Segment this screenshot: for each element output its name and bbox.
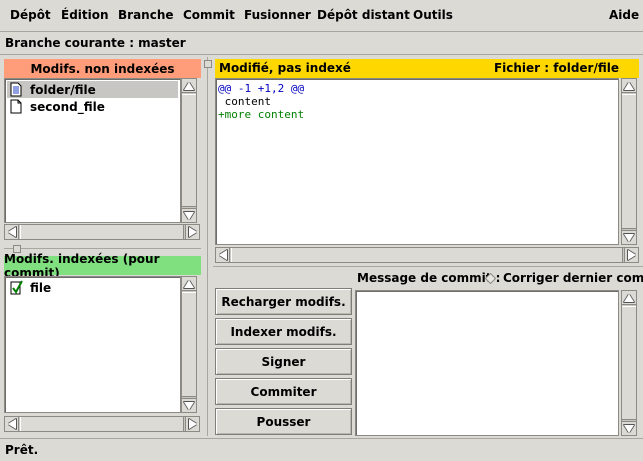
diff-file-label: Fichier : folder/file bbox=[493, 61, 619, 75]
menu-branche[interactable]: Branche bbox=[118, 8, 174, 22]
current-branch-bar: Branche courante : master bbox=[0, 33, 643, 55]
new-file-icon bbox=[10, 99, 24, 114]
commit-button[interactable]: Commiter bbox=[215, 378, 352, 405]
unstaged-vscroll[interactable] bbox=[181, 78, 197, 223]
menu-commit[interactable]: Commit bbox=[183, 8, 235, 22]
menu-aide[interactable]: Aide bbox=[609, 8, 639, 22]
commit-message-input[interactable] bbox=[355, 290, 619, 436]
commit-message-bar: Message de commit : Corriger dernier com… bbox=[355, 271, 643, 288]
menu-depot[interactable]: Dépôt bbox=[10, 8, 51, 22]
unstaged-header-label: Modifs. non indexées bbox=[30, 61, 175, 76]
staged-header: Modifs. indexées (pour commit) bbox=[4, 252, 201, 280]
current-branch-label: Branche courante : master bbox=[5, 36, 186, 50]
file-row-folder-file[interactable]: folder/file bbox=[7, 81, 178, 98]
diff-line: +more content bbox=[218, 108, 305, 121]
unstaged-header: Modifs. non indexées bbox=[4, 59, 201, 78]
unstaged-hscroll[interactable] bbox=[4, 224, 200, 240]
unstaged-file-list[interactable]: folder/file second_file bbox=[4, 78, 181, 223]
staged-file-list[interactable]: file bbox=[4, 276, 181, 413]
commit-message-label: Message de commit : bbox=[357, 271, 501, 285]
modified-file-icon bbox=[10, 82, 24, 97]
staged-vscroll[interactable] bbox=[181, 276, 197, 413]
diff-view[interactable]: @@ -1 +1,2 @@ content +more content bbox=[215, 78, 619, 245]
file-name: second_file bbox=[30, 99, 105, 114]
amend-radio[interactable] bbox=[484, 272, 497, 285]
status-bar: Prêt. bbox=[0, 438, 643, 461]
stage-button[interactable]: Indexer modifs. bbox=[215, 318, 352, 345]
diff-line: content bbox=[218, 95, 271, 108]
sign-button[interactable]: Signer bbox=[215, 348, 352, 375]
commit-vscroll[interactable] bbox=[621, 290, 637, 436]
file-name: file bbox=[30, 280, 52, 295]
menubar: Dépôt Édition Branche Commit Fusionner D… bbox=[0, 0, 643, 32]
diff-header: Modifié, pas indexé Fichier : folder/fil… bbox=[215, 59, 639, 78]
diff-vscroll[interactable] bbox=[621, 78, 637, 245]
file-name: folder/file bbox=[30, 82, 96, 97]
menu-fusionner[interactable]: Fusionner bbox=[244, 8, 311, 22]
right-pane-sash[interactable] bbox=[213, 264, 643, 270]
diff-text: @@ -1 +1,2 @@ content +more content bbox=[218, 82, 616, 121]
reload-button[interactable]: Recharger modifs. bbox=[215, 288, 352, 315]
main-pane-sash[interactable] bbox=[203, 57, 213, 436]
diff-status-label: Modifié, pas indexé bbox=[219, 61, 351, 75]
file-row-file[interactable]: file bbox=[7, 279, 178, 296]
diff-line: @@ -1 +1,2 @@ bbox=[218, 82, 305, 95]
menu-outils[interactable]: Outils bbox=[413, 8, 453, 22]
staged-hscroll[interactable] bbox=[4, 416, 200, 432]
file-row-second-file[interactable]: second_file bbox=[7, 98, 178, 115]
status-text: Prêt. bbox=[5, 443, 39, 457]
menu-edition[interactable]: Édition bbox=[61, 8, 109, 22]
staged-check-icon bbox=[10, 280, 24, 295]
diff-hscroll[interactable] bbox=[215, 247, 639, 263]
menu-depot-distant[interactable]: Dépôt distant bbox=[317, 8, 410, 22]
push-button[interactable]: Pousser bbox=[215, 408, 352, 435]
amend-label[interactable]: Corriger dernier commit bbox=[503, 271, 643, 285]
